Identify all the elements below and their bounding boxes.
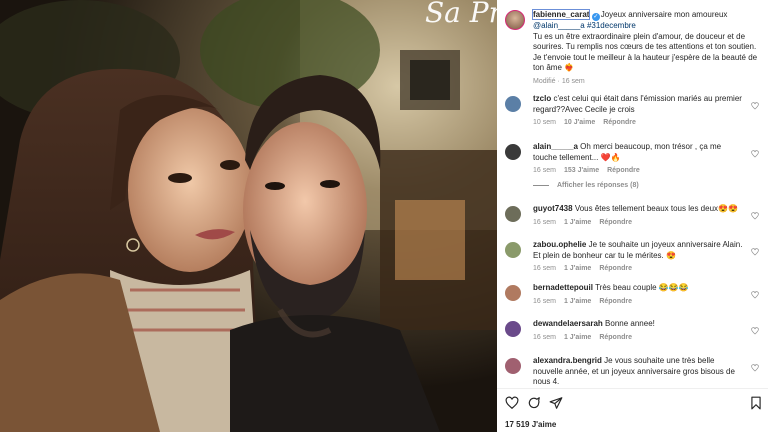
caption-line1: Joyeux anniversaire mon amoureux <box>600 10 728 19</box>
author-username[interactable]: fabienne_carat <box>531 9 591 20</box>
reply-button[interactable]: Répondre <box>599 298 632 305</box>
comment-text: Bonne annee! <box>605 319 655 328</box>
view-replies[interactable]: Afficher les réponses (8) <box>533 182 745 189</box>
comment-item: alain_____a Oh merci beaucoup, mon tréso… <box>505 142 763 189</box>
divider <box>497 388 768 389</box>
instagram-post-view: Sa Pri <box>0 0 768 432</box>
author-avatar[interactable] <box>505 10 525 30</box>
commenter-username[interactable]: alexandra.bengrid <box>533 356 602 365</box>
commenter-avatar[interactable] <box>505 285 521 301</box>
commenter-username[interactable]: bernadettepouil <box>533 283 593 292</box>
comment-likes[interactable]: 1 J'aime <box>564 265 591 272</box>
commenter-avatar[interactable] <box>505 242 521 258</box>
reply-button[interactable]: Répondre <box>603 119 636 126</box>
comment-item: guyot7438 Vous êtes tellement beaux tous… <box>505 204 763 226</box>
comment-item: tzclo c'est celui qui était dans l'émiss… <box>505 94 763 126</box>
post-age: 16 sem <box>561 77 585 85</box>
caption-hashtag[interactable]: #31decembre <box>587 21 636 30</box>
share-icon[interactable] <box>549 396 563 410</box>
commenter-username[interactable]: guyot7438 <box>533 204 573 213</box>
comment-time: 10 sem <box>533 119 556 126</box>
commenter-username[interactable]: alain_____a <box>533 142 578 151</box>
post-photo[interactable]: Sa Pri <box>0 0 497 432</box>
comment-item: zabou.ophelie Je te souhaite un joyeux a… <box>505 240 763 272</box>
selfie-image: Sa Pri <box>0 0 497 432</box>
comment-text: Vous êtes tellement beaux tous les deux😍… <box>574 204 738 213</box>
commenter-avatar[interactable] <box>505 358 521 374</box>
like-count[interactable]: 17 519 J'aime <box>505 420 556 429</box>
reply-button[interactable]: Répondre <box>599 334 632 341</box>
comment-icon[interactable] <box>527 396 541 410</box>
commenter-username[interactable]: zabou.ophelie <box>533 240 586 249</box>
post-caption: fabienne_carat ✓ Joyeux anniversaire mon … <box>505 9 763 87</box>
comment-likes[interactable]: 1 J'aime <box>564 298 591 305</box>
comment-item: bernadettepouil Très beau couple 😂😂😂 16 s… <box>505 283 763 305</box>
comment-heart-icon[interactable] <box>751 212 759 220</box>
commenter-avatar[interactable] <box>505 206 521 222</box>
view-replies-label[interactable]: Afficher les réponses (8) <box>557 182 639 189</box>
comment-text: c'est celui qui était dans l'émission ma… <box>533 94 742 114</box>
caption-mention[interactable]: @alain_____a <box>533 21 585 30</box>
post-side-panel: fabienne_carat ✓ Joyeux anniversaire mon … <box>497 0 768 432</box>
comment-heart-icon[interactable] <box>751 102 759 110</box>
comment-time: 16 sem <box>533 265 556 272</box>
comment-likes[interactable]: 1 J'aime <box>564 219 591 226</box>
commenter-avatar[interactable] <box>505 96 521 112</box>
comment-likes[interactable]: 10 J'aime <box>564 119 595 126</box>
bookmark-icon[interactable] <box>749 396 763 410</box>
comment-likes[interactable]: 1 J'aime <box>564 334 591 341</box>
action-bar <box>505 396 763 412</box>
commenter-avatar[interactable] <box>505 321 521 337</box>
comment-time: 16 sem <box>533 167 556 174</box>
replies-line <box>533 185 549 186</box>
comment-heart-icon[interactable] <box>751 364 759 372</box>
reply-button[interactable]: Répondre <box>607 167 640 174</box>
comment-text: Très beau couple 😂😂😂 <box>595 283 689 292</box>
caption-emoji: ❤️‍🔥 <box>564 63 575 72</box>
comment-heart-icon[interactable] <box>751 248 759 256</box>
comment-heart-icon[interactable] <box>751 150 759 158</box>
comment-time: 16 sem <box>533 333 556 341</box>
neon-sign: Sa Pri <box>425 0 497 29</box>
comments-list[interactable]: tzclo c'est celui qui était dans l'émiss… <box>505 94 763 384</box>
reply-button[interactable]: Répondre <box>599 265 632 272</box>
modified-label: Modifié <box>533 77 556 85</box>
comment-time: 16 sem <box>533 218 556 226</box>
verified-badge-icon: ✓ <box>591 13 600 21</box>
commenter-username[interactable]: dewandelaersarah <box>533 319 603 328</box>
comment-time: 16 sem <box>533 297 556 305</box>
comment-heart-icon[interactable] <box>751 327 759 335</box>
comment-heart-icon[interactable] <box>751 291 759 299</box>
comment-item: dewandelaersarah Bonne annee! 16 sem 1 J'a… <box>505 319 763 341</box>
reply-button[interactable]: Répondre <box>599 219 632 226</box>
heart-icon[interactable] <box>505 396 519 410</box>
commenter-avatar[interactable] <box>505 144 521 160</box>
caption-meta: Modifié · 16 sem <box>533 77 585 85</box>
comment-item: alexandra.bengrid Je vous souhaite une t… <box>505 356 763 384</box>
comment-likes[interactable]: 153 J'aime <box>564 167 599 174</box>
commenter-username[interactable]: tzclo <box>533 94 551 103</box>
